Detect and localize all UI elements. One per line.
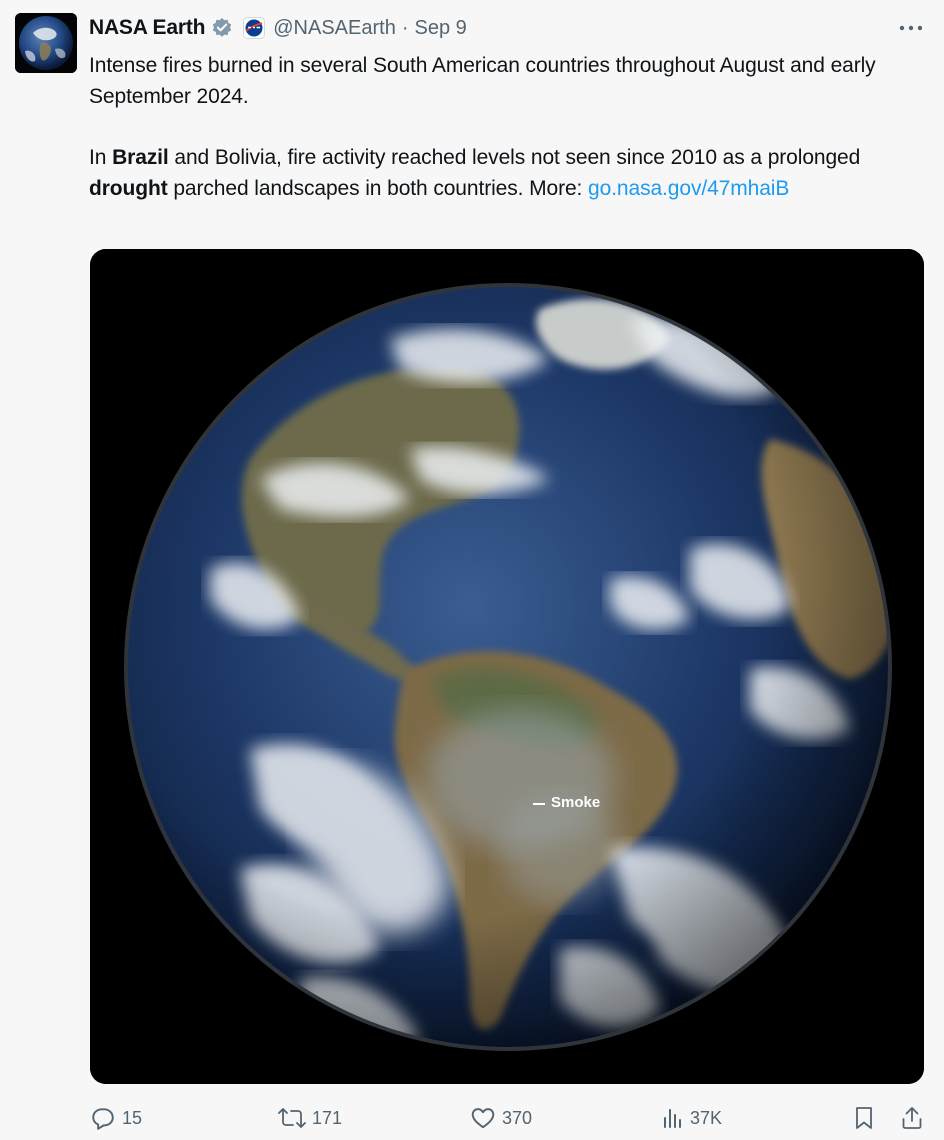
views-count: 37K: [690, 1107, 723, 1128]
share-icon: [902, 1107, 922, 1129]
reply-button[interactable]: 15: [90, 1102, 142, 1134]
earth-globe-image: [90, 249, 924, 1084]
post-header: NASA Earth @NASAEarth · Sep 9: [89, 13, 467, 43]
repost-icon: [278, 1108, 306, 1128]
p2-text-a: In: [89, 146, 113, 169]
p2-text-c: parched landscapes in both countries. Mo…: [167, 177, 589, 200]
bookmark-button[interactable]: [853, 1102, 875, 1134]
author-name[interactable]: NASA Earth: [89, 16, 205, 40]
post-text: Intense fires burned in several South Am…: [89, 50, 929, 204]
like-button[interactable]: 370: [470, 1102, 532, 1134]
smoke-annotation: Smoke: [551, 794, 601, 811]
post-date[interactable]: Sep 9: [415, 17, 467, 40]
more-options-button[interactable]: [896, 16, 926, 40]
share-button[interactable]: [900, 1102, 924, 1134]
bold-brazil: Brazil: [112, 146, 169, 169]
avatar[interactable]: [15, 13, 77, 73]
bold-drought: drought: [89, 177, 168, 200]
reply-icon: [92, 1108, 114, 1130]
repost-count: 171: [312, 1107, 343, 1128]
repost-button[interactable]: 171: [278, 1102, 342, 1134]
annotation-line: [533, 803, 545, 805]
separator-dot: ·: [401, 16, 409, 39]
heart-icon: [471, 1108, 495, 1129]
post-paragraph-1: Intense fires burned in several South Am…: [89, 54, 876, 108]
views-button[interactable]: 37K: [662, 1102, 722, 1134]
author-handle[interactable]: @NASAEarth: [273, 17, 396, 40]
bookmark-icon: [856, 1107, 872, 1129]
reply-count: 15: [122, 1107, 143, 1128]
views-chart-icon: [664, 1109, 681, 1128]
earth-avatar-icon: [15, 13, 77, 73]
post-link[interactable]: go.nasa.gov/47mhaiB: [588, 177, 789, 200]
p2-text-b: and Bolivia, fire activity reached level…: [168, 146, 861, 169]
post-paragraph-2: In Brazil and Bolivia, fire activity rea…: [89, 142, 929, 204]
more-dots-icon: [899, 25, 923, 31]
nasa-meatball-icon[interactable]: [243, 17, 266, 39]
verified-badge-icon[interactable]: [211, 17, 233, 39]
post-image[interactable]: Smoke: [90, 249, 924, 1084]
like-count: 370: [502, 1107, 533, 1128]
